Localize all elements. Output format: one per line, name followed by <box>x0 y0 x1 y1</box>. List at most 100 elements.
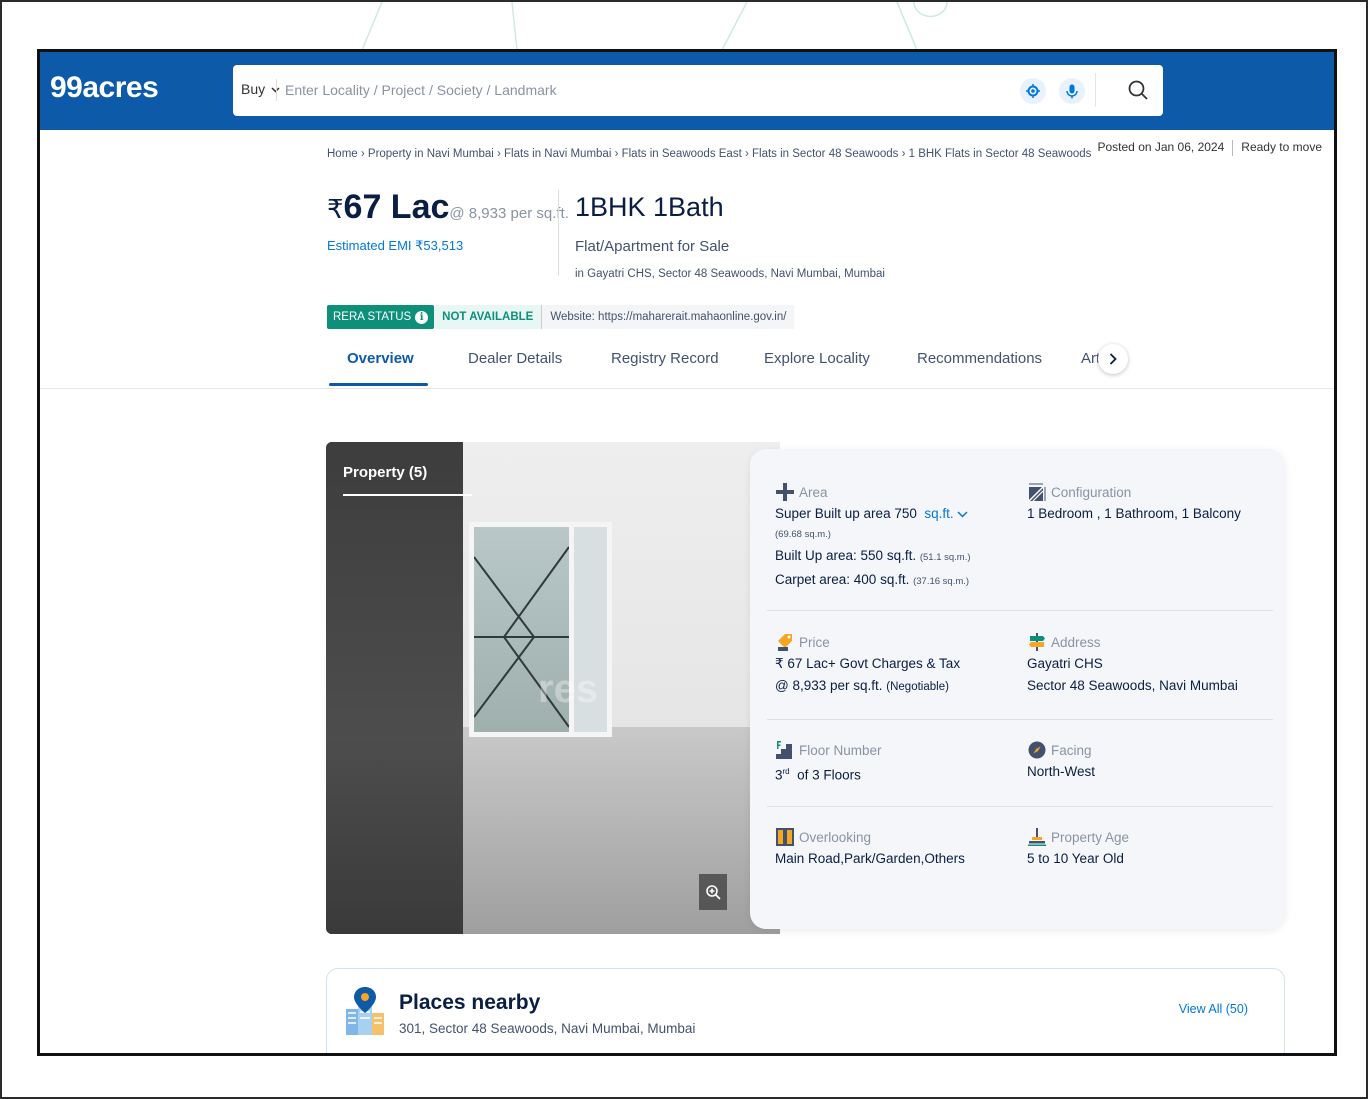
overlooking-label: Overlooking <box>799 829 872 845</box>
emi-link[interactable]: Estimated EMI ₹53,513 <box>327 238 463 254</box>
possession-status: Ready to move <box>1241 140 1322 155</box>
zoom-in-icon <box>706 885 721 900</box>
rera-website[interactable]: Website: https://maharerait.mahaonline.g… <box>541 305 795 329</box>
tabs-scroll-right-button[interactable] <box>1098 344 1128 374</box>
price-per-sqft: @ 8,933 per sq.ft. <box>449 205 569 222</box>
area-icon <box>776 483 794 501</box>
places-nearby-title: Places nearby <box>399 991 541 1014</box>
listing-type: Flat/Apartment for Sale <box>575 238 730 255</box>
places-nearby-icon <box>346 987 384 1035</box>
listing-location: in Gayatri CHS, Sector 48 Seawoods, Navi… <box>575 268 885 280</box>
tabs-divider <box>40 388 1334 389</box>
active-tab-indicator <box>329 383 428 386</box>
price-amount: 67 Lac <box>343 188 450 226</box>
floor-stairs-icon <box>776 741 792 759</box>
built-up-area: Built Up area: 550 sq.ft. <box>775 548 917 563</box>
property-age-label: Property Age <box>1051 829 1130 845</box>
posted-date: Posted on Jan 06, 2024 <box>1097 140 1225 155</box>
overlooking-cell: Overlooking Main Road,Park/Garden,Others <box>775 826 965 870</box>
price-tag-icon <box>778 634 792 651</box>
address-line-1: Gayatri CHS <box>1027 656 1103 671</box>
floor-number: 3 <box>775 767 783 783</box>
price-negotiable: (Negotiable) <box>886 681 949 693</box>
photo-count-label[interactable]: Property (5) <box>343 464 427 481</box>
address-cell: Address Gayatri CHS Sector 48 Seawoods, … <box>1027 631 1238 697</box>
property-photo[interactable]: res Property (5) <box>326 442 780 934</box>
locate-me-button[interactable] <box>1020 78 1046 104</box>
price-per-unit: @ 8,933 per sq.ft. <box>775 678 883 693</box>
tab-recommendations[interactable]: Recommendations <box>917 350 1042 367</box>
rera-status-badge: RERA STATUS i <box>327 305 435 329</box>
super-built-area: Super Built up area 750 <box>775 506 917 521</box>
configuration-icon <box>1028 483 1046 502</box>
header-bar: 99acres Buy <box>40 52 1334 130</box>
listing-title: 1BHK 1Bath <box>575 192 724 222</box>
carpet-area-sqm: (37.16 sq.m.) <box>913 576 970 587</box>
area-label: Area <box>799 484 828 500</box>
browser-viewport: 99acres Buy Home › <box>37 49 1337 1056</box>
floor-cell: Floor Number 3rd of 3 Floors <box>775 739 882 787</box>
details-divider <box>767 719 1273 720</box>
price-cell: Price ₹ 67 Lac+ Govt Charges & Tax @ 8,9… <box>775 631 960 698</box>
tab-registry-record[interactable]: Registry Record <box>611 350 719 367</box>
price-label: Price <box>799 634 830 650</box>
tab-overview[interactable]: Overview <box>347 350 414 367</box>
search-divider-2 <box>1095 73 1096 107</box>
configuration-label: Configuration <box>1051 484 1132 500</box>
facing-label: Facing <box>1051 742 1092 758</box>
floor-total: of 3 Floors <box>797 767 861 783</box>
signpost-icon <box>1029 633 1045 651</box>
screenshot-canvas: 99acres Buy Home › <box>0 0 1368 1099</box>
compass-icon <box>1028 741 1046 759</box>
area-unit-label: sq.ft. <box>924 506 954 521</box>
search-button[interactable] <box>1123 75 1153 105</box>
buy-dropdown-label: Buy <box>241 81 266 97</box>
voice-search-button[interactable] <box>1059 78 1085 104</box>
configuration-cell: Configuration 1 Bedroom , 1 Bathroom, 1 … <box>1027 481 1241 525</box>
super-built-area-sqm: (69.68 sq.m.) <box>775 529 831 540</box>
zoom-button[interactable] <box>699 874 727 910</box>
search-icon <box>1128 80 1148 100</box>
breadcrumb[interactable]: Home › Property in Navi Mumbai › Flats i… <box>327 148 1091 160</box>
tab-explore-locality[interactable]: Explore Locality <box>764 350 870 367</box>
property-age-icon <box>1028 828 1046 846</box>
search-bar: Buy <box>233 65 1163 116</box>
property-age-value: 5 to 10 Year Old <box>1027 851 1124 866</box>
details-divider <box>767 806 1273 807</box>
photo-watermark: res <box>538 667 599 711</box>
price-total: ₹ 67 Lac+ Govt Charges & Tax <box>775 656 961 671</box>
property-details-card: Area Super Built up area 750 sq.ft. (69.… <box>750 449 1285 929</box>
info-icon[interactable]: i <box>415 310 429 324</box>
facing-value: North-West <box>1027 764 1096 779</box>
area-cell: Area Super Built up area 750 sq.ft. (69.… <box>775 481 971 593</box>
photo-wall <box>326 442 463 934</box>
chevron-right-icon <box>1109 353 1117 365</box>
property-age-cell: Property Age 5 to 10 Year Old <box>1027 826 1129 870</box>
floor-label: Floor Number <box>799 742 882 758</box>
floor-suffix: rd <box>782 767 790 776</box>
posted-divider <box>1232 140 1234 156</box>
site-logo[interactable]: 99acres <box>50 71 159 105</box>
price-block: ₹67 Lac@ 8,933 per sq.ft. <box>327 188 569 227</box>
view-all-places-link[interactable]: View All (50) <box>1179 1002 1248 1016</box>
tab-dealer-details[interactable]: Dealer Details <box>468 350 562 367</box>
search-divider <box>276 79 277 101</box>
address-line-2: Sector 48 Seawoods, Navi Mumbai <box>1027 678 1238 693</box>
search-input[interactable] <box>285 77 985 103</box>
places-nearby-address: 301, Sector 48 Seawoods, Navi Mumbai, Mu… <box>399 1021 696 1036</box>
details-divider <box>767 610 1273 611</box>
microphone-icon <box>1066 84 1078 98</box>
overlooking-value: Main Road,Park/Garden,Others <box>775 851 965 866</box>
posted-info: Posted on Jan 06, 2024 Ready to move <box>1097 140 1322 156</box>
location-target-icon <box>1026 84 1040 98</box>
window-view-icon <box>776 828 794 846</box>
rera-status-bar: RERA STATUS i NOT AVAILABLE Website: htt… <box>327 305 795 329</box>
area-unit-selector[interactable]: sq.ft. <box>924 506 968 521</box>
carpet-area: Carpet area: 400 sq.ft. <box>775 572 910 587</box>
rera-status-label: RERA STATUS <box>333 311 412 323</box>
places-nearby-card: Places nearby 301, Sector 48 Seawoods, N… <box>326 968 1285 1053</box>
rera-status-value: NOT AVAILABLE <box>434 305 542 329</box>
header-divider <box>558 190 559 276</box>
buy-dropdown[interactable]: Buy <box>241 81 280 97</box>
configuration-value: 1 Bedroom , 1 Bathroom, 1 Balcony <box>1027 506 1241 521</box>
